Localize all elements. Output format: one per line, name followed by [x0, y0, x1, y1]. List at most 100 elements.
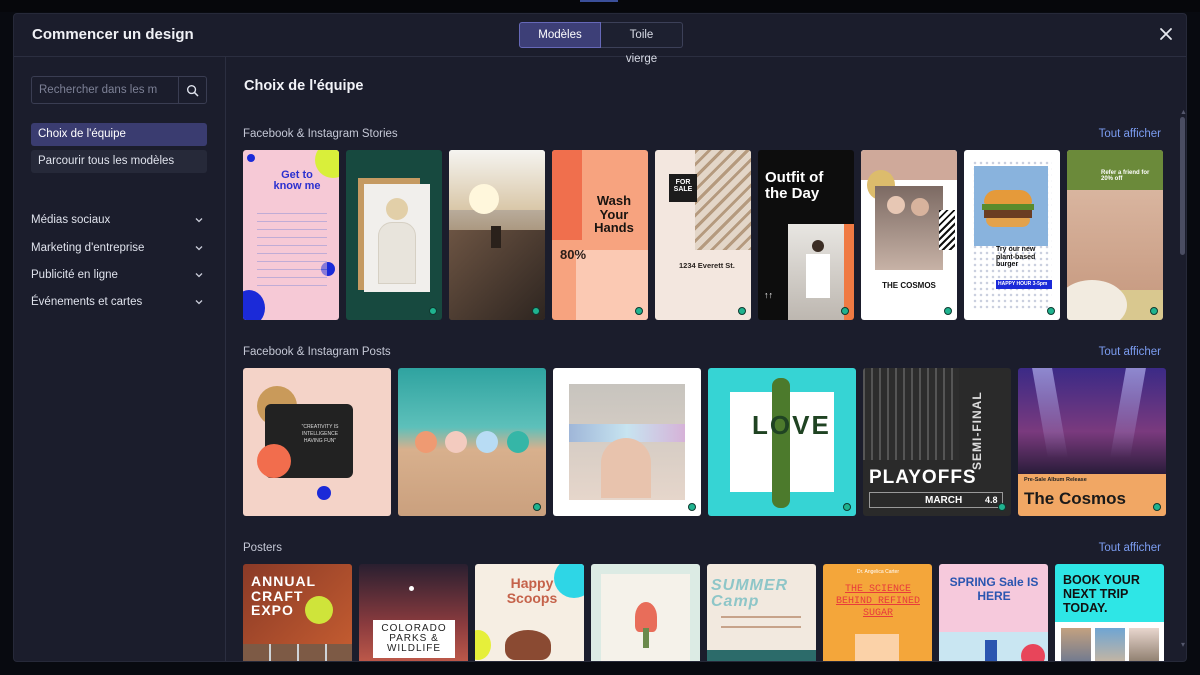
template-card[interactable]: COLORADO PARKS & WILDLIFE — [359, 564, 468, 661]
search-input[interactable] — [32, 77, 178, 103]
category-online-ads[interactable]: Publicité en ligne — [31, 265, 207, 285]
see-all-link[interactable]: Tout afficher — [1099, 346, 1161, 358]
tab-blank-canvas[interactable]: Toile vierge — [601, 22, 683, 65]
team-pick-badge — [532, 307, 540, 315]
see-all-link[interactable]: Tout afficher — [1099, 128, 1161, 140]
template-text: Pre-Sale Album Release — [1024, 477, 1087, 483]
category-label: Médias sociaux — [31, 214, 111, 226]
team-pick-badge — [841, 307, 849, 315]
template-card[interactable]: LOVE — [708, 368, 856, 516]
template-card[interactable] — [553, 368, 701, 516]
template-text: PLAYOFFS — [869, 467, 977, 488]
chevron-down-icon — [195, 218, 203, 223]
template-card[interactable]: SEMI-FINAL PLAYOFFS MARCH 4.8 — [863, 368, 1011, 516]
team-pick-badge — [635, 307, 643, 315]
chevron-down-icon — [195, 300, 203, 305]
scroll-up-icon[interactable]: ▲ — [1180, 109, 1186, 116]
mode-toggle: Modèles Toile vierge — [519, 22, 683, 65]
see-all-link[interactable]: Tout afficher — [1099, 542, 1161, 554]
template-text: LOVE — [752, 410, 831, 440]
template-card[interactable] — [398, 368, 546, 516]
close-icon[interactable] — [1158, 26, 1174, 42]
template-card[interactable]: Get to know me — [243, 150, 339, 320]
template-card[interactable] — [449, 150, 545, 320]
template-text: 4.8 — [985, 495, 998, 505]
sidebar-item-team-picks[interactable]: Choix de l'équipe — [31, 123, 207, 146]
category-social-media[interactable]: Médias sociaux — [31, 210, 207, 230]
arrows-icon: ↑↑ — [764, 290, 773, 300]
category-business-marketing[interactable]: Marketing d'entreprise — [31, 238, 207, 258]
sidebar-item-browse-all[interactable]: Parcourir tous les modèles — [31, 150, 207, 173]
template-text: Dr. Angelica Carter — [857, 569, 899, 575]
template-text: The Cosmos — [1024, 489, 1127, 508]
chevron-down-icon — [195, 246, 203, 251]
team-pick-badge — [944, 307, 952, 315]
template-text: Get to know me — [273, 169, 321, 192]
template-text: BOOK YOUR NEXT TRIP TODAY. — [1063, 573, 1140, 615]
section-title: Posters — [243, 542, 282, 554]
template-card[interactable]: Pre-Sale Album Release The Cosmos — [1018, 368, 1166, 516]
template-text: COLORADO PARKS & WILDLIFE — [373, 620, 455, 658]
search-icon[interactable] — [178, 77, 206, 103]
category-label: Événements et cartes — [31, 296, 143, 308]
template-text: Outfit of the Day — [765, 169, 824, 203]
stories-row: Get to know me Wash Your Hands 80% FOR S… — [243, 150, 1163, 320]
category-events-cards[interactable]: Événements et cartes — [31, 292, 207, 312]
template-card[interactable]: Happy Scoops — [475, 564, 584, 661]
template-text: Refer a friend for 20% off — [1101, 170, 1150, 182]
modal-title: Commencer un design — [32, 26, 194, 43]
template-card[interactable]: "CREATIVITY IS INTELLIGENCE HAVING FUN" — [243, 368, 391, 516]
template-card[interactable]: Dr. Angelica Carter THE SCIENCE BEHIND R… — [823, 564, 932, 661]
section-title: Facebook & Instagram Stories — [243, 128, 398, 140]
team-pick-badge — [688, 503, 696, 511]
template-card[interactable]: Refer a friend for 20% off — [1067, 150, 1163, 320]
app-topbar — [0, 0, 1200, 12]
team-pick-badge — [998, 503, 1006, 511]
sidebar: Choix de l'équipe Parcourir tous les mod… — [14, 57, 226, 661]
template-text: HAPPY HOUR 3-5pm — [996, 280, 1052, 289]
template-text: FOR SALE — [669, 174, 697, 202]
start-design-modal: Commencer un design Modèles Toile vierge… — [13, 13, 1187, 662]
section-title: Facebook & Instagram Posts — [243, 346, 391, 358]
template-text: Try our new plant-based burger — [996, 246, 1036, 269]
scroll-down-icon[interactable]: ▾ — [1181, 640, 1185, 649]
template-text: SPRING Sale IS HERE — [949, 575, 1039, 603]
template-card[interactable]: Wash Your Hands 80% — [552, 150, 648, 320]
tab-templates[interactable]: Modèles — [519, 22, 601, 48]
template-gallery: Choix de l'équipe Facebook & Instagram S… — [227, 57, 1186, 661]
template-card[interactable] — [346, 150, 442, 320]
chevron-down-icon — [195, 273, 203, 278]
template-card[interactable] — [591, 564, 700, 661]
team-pick-badge — [1047, 307, 1055, 315]
template-card[interactable]: BOOK YOUR NEXT TRIP TODAY. — [1055, 564, 1164, 661]
template-text: THE SCIENCE BEHIND REFINED SUGAR — [835, 584, 920, 619]
category-label: Publicité en ligne — [31, 269, 118, 281]
team-pick-badge — [533, 503, 541, 511]
template-text: SUMMER Camp — [711, 577, 789, 610]
team-pick-badge — [429, 307, 437, 315]
active-indicator — [580, 0, 618, 2]
template-text: 80% — [560, 247, 587, 262]
category-label: Marketing d'entreprise — [31, 242, 145, 254]
template-text: THE COSMOS — [882, 281, 936, 290]
template-text: SEMI-FINAL — [970, 391, 984, 470]
team-pick-badge — [1150, 307, 1158, 315]
template-text: 1234 Everett St. — [679, 261, 735, 270]
template-text: Wash Your Hands — [594, 193, 634, 236]
template-card[interactable]: THE COSMOS — [861, 150, 957, 320]
team-pick-badge — [738, 307, 746, 315]
template-card[interactable]: SUMMER Camp — [707, 564, 816, 661]
template-card[interactable]: Outfit of the Day ↑↑ — [758, 150, 854, 320]
template-card[interactable]: Try our new plant-based burger HAPPY HOU… — [964, 150, 1060, 320]
template-card[interactable]: SPRING Sale IS HERE — [939, 564, 1048, 661]
team-pick-badge — [843, 503, 851, 511]
page-title: Choix de l'équipe — [244, 78, 364, 94]
template-text: MARCH — [925, 495, 963, 506]
search-box — [31, 76, 207, 104]
template-card[interactable]: FOR SALE 1234 Everett St. — [655, 150, 751, 320]
scrollbar-thumb[interactable] — [1180, 117, 1185, 255]
modal-header: Commencer un design Modèles Toile vierge — [14, 14, 1186, 65]
template-card[interactable]: ANNUAL CRAFT EXPO — [243, 564, 352, 661]
posters-row: ANNUAL CRAFT EXPO COLORADO PARKS & WILDL… — [243, 564, 1164, 661]
team-pick-badge — [1153, 503, 1161, 511]
